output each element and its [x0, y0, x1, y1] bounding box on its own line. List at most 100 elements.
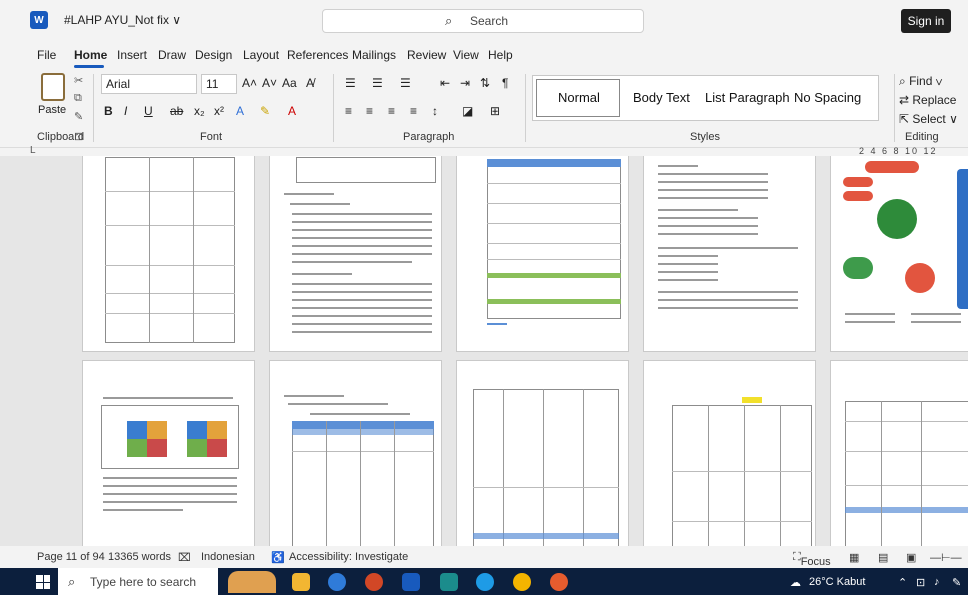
- weather-icon[interactable]: ☁: [790, 576, 801, 589]
- file-explorer-icon[interactable]: [292, 573, 310, 591]
- accessibility-status[interactable]: Accessibility: Investigate: [289, 551, 408, 563]
- decrease-indent-icon[interactable]: ⇤: [440, 76, 450, 90]
- tab-help[interactable]: Help: [488, 48, 513, 62]
- volume-icon[interactable]: ♪: [934, 576, 940, 588]
- tab-stop-selector[interactable]: L: [30, 145, 36, 156]
- page-thumbnail[interactable]: [456, 360, 629, 546]
- show-formatting-icon[interactable]: ¶: [502, 76, 508, 90]
- table: [296, 157, 436, 183]
- word-taskbar-icon[interactable]: [402, 573, 420, 591]
- shading-icon[interactable]: ◪: [462, 104, 473, 118]
- paste-button-label[interactable]: Paste: [38, 104, 66, 116]
- windows-start-icon[interactable]: [36, 575, 50, 589]
- italic-icon[interactable]: I: [124, 104, 127, 118]
- change-case-icon[interactable]: Aa: [282, 76, 297, 90]
- page-count[interactable]: Page 11 of 94: [37, 551, 105, 563]
- font-family-select[interactable]: Arial: [101, 74, 197, 94]
- style-list-paragraph[interactable]: List Paragraph: [705, 90, 790, 105]
- shrink-font-icon[interactable]: A˅: [262, 76, 277, 90]
- bullets-icon[interactable]: ☰: [345, 76, 356, 90]
- taskbar-search-input[interactable]: ⌕ Type here to search: [58, 568, 218, 595]
- tab-review[interactable]: Review: [407, 48, 446, 62]
- zoom-slider[interactable]: —⊢—: [930, 551, 962, 564]
- page-thumbnail[interactable]: [830, 360, 968, 546]
- page-thumbnail[interactable]: [456, 156, 629, 352]
- tab-references[interactable]: References: [287, 48, 348, 62]
- line-spacing-icon[interactable]: ↕: [432, 104, 438, 118]
- grow-font-icon[interactable]: A˄: [242, 76, 257, 90]
- clipboard-launcher-icon[interactable]: ⊡: [74, 130, 83, 143]
- language-indicator[interactable]: Indonesian: [201, 551, 255, 563]
- tab-file[interactable]: File: [37, 48, 56, 62]
- text-effects-icon[interactable]: A: [236, 104, 244, 118]
- font-size-select[interactable]: 11: [201, 74, 237, 94]
- highlight-color-icon[interactable]: ✎: [260, 104, 270, 118]
- focus-mode-button[interactable]: ⛶ Focus: [793, 551, 831, 568]
- justify-icon[interactable]: ≡: [410, 104, 417, 118]
- table: [845, 401, 968, 546]
- subscript-icon[interactable]: x₂: [194, 104, 205, 118]
- quadrant-block: [187, 439, 207, 457]
- sort-icon[interactable]: ⇅: [480, 76, 490, 90]
- numbering-icon[interactable]: ☰: [372, 76, 383, 90]
- style-normal[interactable]: Normal: [558, 90, 600, 105]
- app-icon[interactable]: [440, 573, 458, 591]
- cut-icon[interactable]: ✂: [74, 74, 83, 87]
- multilevel-list-icon[interactable]: ☰: [400, 76, 411, 90]
- style-body-text[interactable]: Body Text: [633, 90, 690, 105]
- page-thumbnail[interactable]: [830, 156, 968, 352]
- underline-icon[interactable]: U: [144, 104, 153, 118]
- tab-design[interactable]: Design: [195, 48, 232, 62]
- search-input[interactable]: ⌕ Search: [322, 9, 644, 33]
- tab-draw[interactable]: Draw: [158, 48, 186, 62]
- superscript-icon[interactable]: x²: [214, 104, 224, 118]
- page-thumbnail[interactable]: [269, 156, 442, 352]
- align-left-icon[interactable]: ≡: [345, 104, 352, 118]
- powerpoint-icon[interactable]: [365, 573, 383, 591]
- tab-layout[interactable]: Layout: [243, 48, 279, 62]
- copy-icon[interactable]: ⧉: [74, 92, 82, 105]
- format-painter-icon[interactable]: ✎: [74, 110, 83, 123]
- font-color-icon[interactable]: A: [288, 104, 296, 118]
- bold-icon[interactable]: B: [104, 104, 113, 118]
- proofing-icon[interactable]: ⌧: [178, 551, 191, 564]
- zoom-app-icon[interactable]: [328, 573, 346, 591]
- sign-in-button[interactable]: Sign in: [901, 9, 951, 33]
- chrome-icon[interactable]: [513, 573, 531, 591]
- tab-insert[interactable]: Insert: [117, 48, 147, 62]
- tab-view[interactable]: View: [453, 48, 479, 62]
- align-right-icon[interactable]: ≡: [388, 104, 395, 118]
- network-icon[interactable]: ⊡: [916, 576, 925, 589]
- document-title[interactable]: #LAHP AYU_Not fix ∨: [64, 13, 181, 27]
- weather-status[interactable]: 26°C Kabut: [809, 576, 865, 588]
- chrome-profile-icon[interactable]: [550, 573, 568, 591]
- tab-mailings[interactable]: Mailings: [352, 48, 396, 62]
- borders-icon[interactable]: ⊞: [490, 104, 500, 118]
- page-thumbnail[interactable]: [643, 156, 816, 352]
- clear-formatting-icon[interactable]: A̸: [306, 76, 314, 90]
- align-center-icon[interactable]: ≡: [366, 104, 373, 118]
- style-no-spacing[interactable]: No Spacing: [794, 90, 861, 105]
- web-layout-icon[interactable]: ▣: [906, 551, 916, 564]
- increase-indent-icon[interactable]: ⇥: [460, 76, 470, 90]
- table-row: [487, 183, 621, 184]
- strikethrough-icon[interactable]: ab: [170, 104, 183, 118]
- pen-icon[interactable]: ✎: [952, 576, 961, 589]
- word-count[interactable]: 13365 words: [108, 551, 171, 563]
- tab-home[interactable]: Home: [74, 48, 107, 62]
- paste-icon[interactable]: [41, 73, 65, 101]
- quadrant-block: [127, 421, 147, 439]
- page-thumbnail[interactable]: [643, 360, 816, 546]
- replace-button[interactable]: ⇄ Replace: [899, 93, 956, 107]
- find-button[interactable]: ⌕ Find ∨: [899, 74, 943, 89]
- page-thumbnail[interactable]: [269, 360, 442, 546]
- styles-gallery[interactable]: Normal Body Text List Paragraph No Spaci…: [532, 75, 879, 121]
- select-button[interactable]: ⇱ Select ∨: [899, 112, 958, 126]
- document-canvas[interactable]: [0, 156, 968, 546]
- print-layout-icon[interactable]: ▤: [878, 551, 888, 564]
- edge-icon[interactable]: [476, 573, 494, 591]
- read-mode-icon[interactable]: ▦: [849, 551, 859, 564]
- page-thumbnail[interactable]: [82, 156, 255, 352]
- page-thumbnail[interactable]: [82, 360, 255, 546]
- tray-chevron-icon[interactable]: ⌃: [898, 576, 907, 589]
